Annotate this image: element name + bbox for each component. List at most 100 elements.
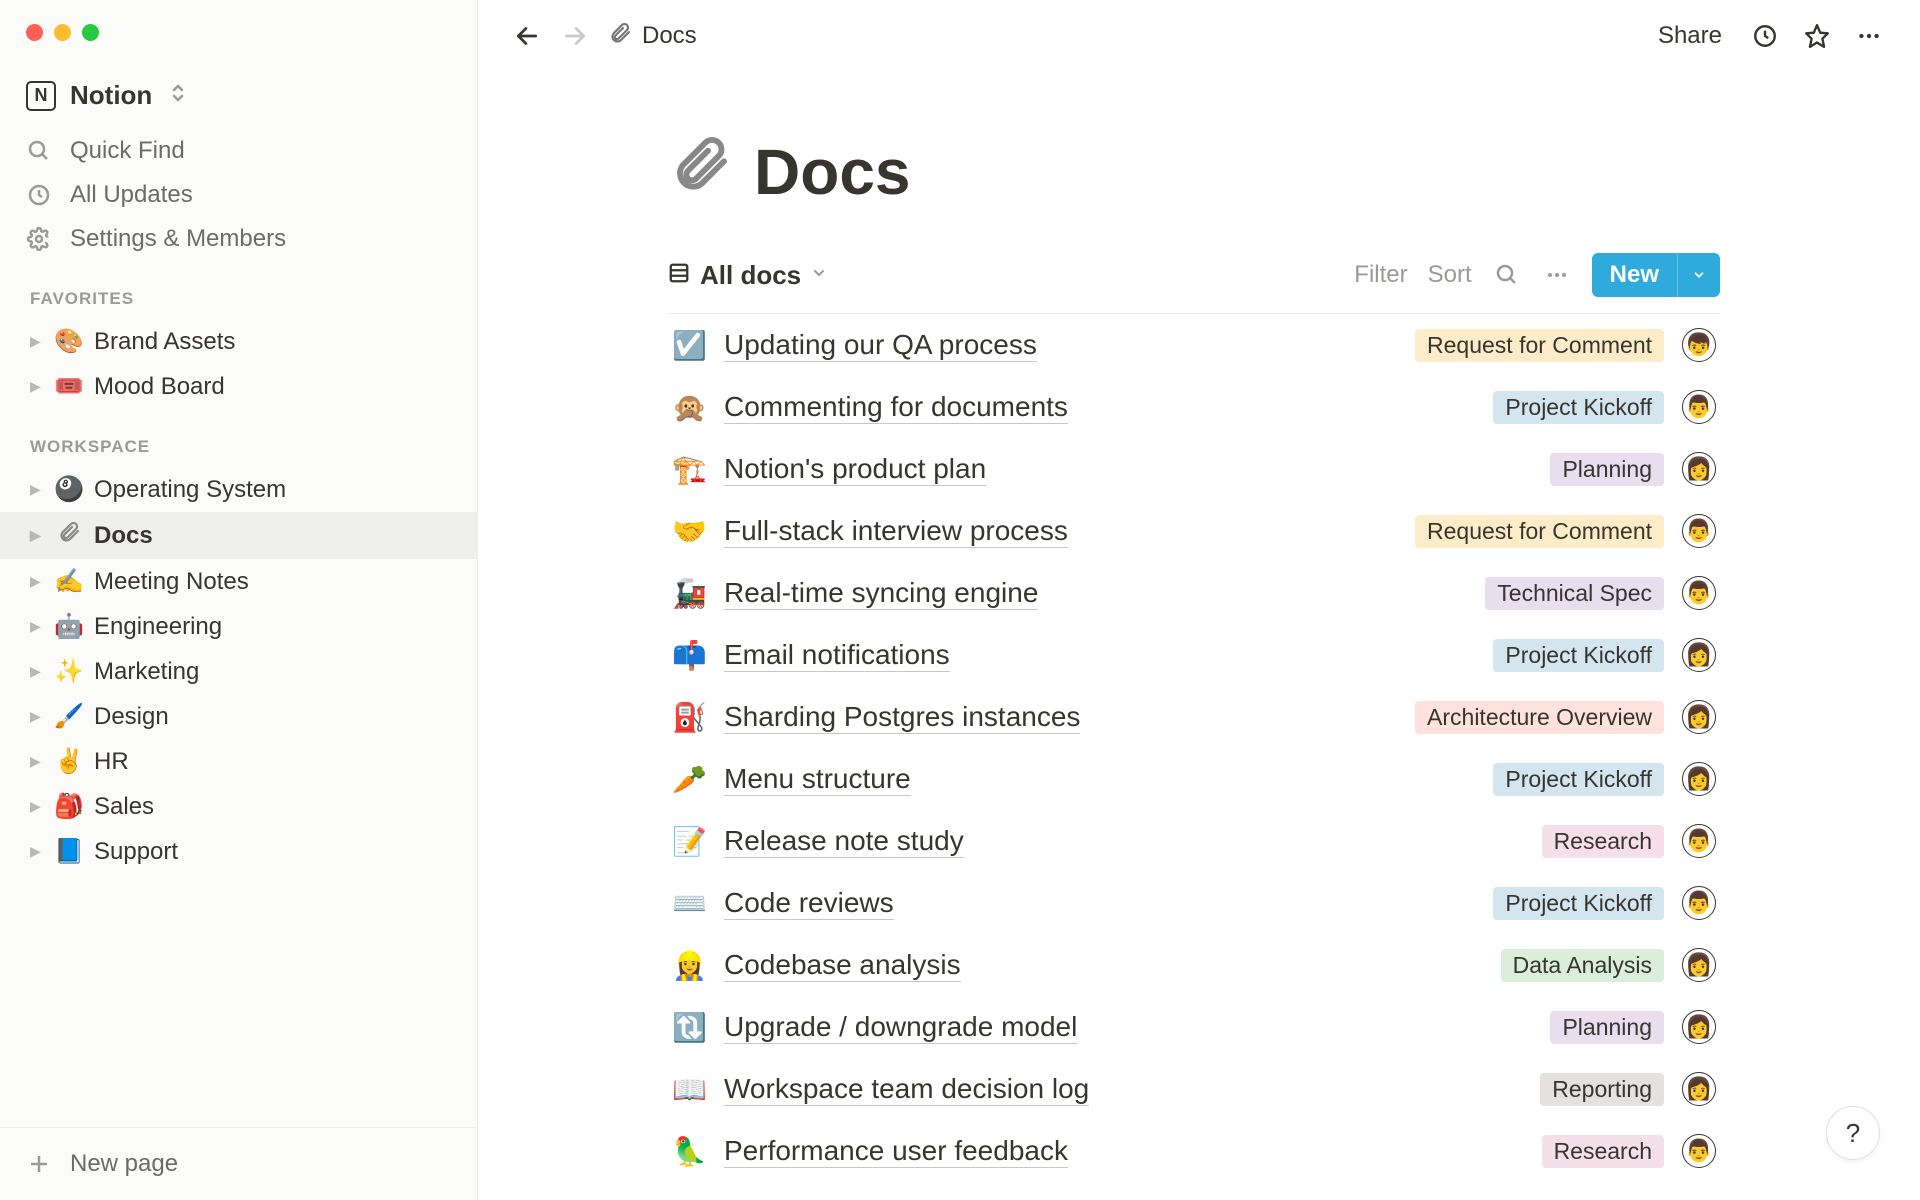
doc-row[interactable]: 🏗️Notion's product planPlanning👩 xyxy=(668,438,1720,500)
avatar[interactable]: 👨 xyxy=(1682,576,1716,610)
doc-title[interactable]: Real-time syncing engine xyxy=(724,577,1038,610)
doc-title[interactable]: Upgrade / downgrade model xyxy=(724,1011,1077,1044)
doc-title[interactable]: Code reviews xyxy=(724,887,894,920)
sidebar-workspace-item-0[interactable]: ▶🎱Operating System xyxy=(0,467,477,512)
doc-title[interactable]: Menu structure xyxy=(724,763,911,796)
doc-row[interactable]: 📝Release note studyResearch👨 xyxy=(668,810,1720,872)
doc-row[interactable]: 🚂Real-time syncing engineTechnical Spec👨 xyxy=(668,562,1720,624)
all-updates-button[interactable]: All Updates xyxy=(0,173,477,217)
sidebar-workspace-item-6[interactable]: ▶✌️HR xyxy=(0,739,477,784)
doc-title[interactable]: Release note study xyxy=(724,825,964,858)
doc-title[interactable]: Sharding Postgres instances xyxy=(724,701,1080,734)
caret-right-icon[interactable]: ▶ xyxy=(30,798,44,815)
workspace-switcher[interactable]: N Notion xyxy=(0,72,477,129)
sidebar-workspace-item-5[interactable]: ▶🖌️Design xyxy=(0,694,477,739)
doc-title[interactable]: Updating our QA process xyxy=(724,329,1037,362)
quick-find-button[interactable]: Quick Find xyxy=(0,129,477,173)
new-page-label: New page xyxy=(70,1150,178,1178)
doc-title[interactable]: Performance user feedback xyxy=(724,1135,1068,1168)
doc-title[interactable]: Codebase analysis xyxy=(724,949,961,982)
nav-forward-button[interactable] xyxy=(560,21,590,51)
caret-right-icon[interactable]: ▶ xyxy=(30,708,44,725)
avatar[interactable]: 👩 xyxy=(1682,1072,1716,1106)
doc-row[interactable]: ⛽Sharding Postgres instancesArchitecture… xyxy=(668,686,1720,748)
avatar[interactable]: 👨 xyxy=(1682,1134,1716,1168)
doc-row[interactable]: 🙊Commenting for documentsProject Kickoff… xyxy=(668,376,1720,438)
caret-right-icon[interactable]: ▶ xyxy=(30,663,44,680)
doc-row[interactable]: 🤝Full-stack interview processRequest for… xyxy=(668,500,1720,562)
avatar[interactable]: 👨 xyxy=(1682,886,1716,920)
sidebar-fav-item-1[interactable]: ▶🎟️Mood Board xyxy=(0,364,477,409)
avatar[interactable]: 👩 xyxy=(1682,1010,1716,1044)
caret-right-icon[interactable]: ▶ xyxy=(30,481,44,498)
avatar[interactable]: 👩 xyxy=(1682,452,1716,486)
sidebar-workspace-item-3[interactable]: ▶🤖Engineering xyxy=(0,604,477,649)
doc-row[interactable]: 👷‍♀️Codebase analysisData Analysis👩 xyxy=(668,934,1720,996)
caret-right-icon[interactable]: ▶ xyxy=(30,843,44,860)
doc-row[interactable]: 🦜Performance user feedbackResearch👨 xyxy=(668,1120,1720,1182)
new-button[interactable]: New xyxy=(1592,253,1720,297)
doc-row[interactable]: 🥕Menu structureProject Kickoff👩 xyxy=(668,748,1720,810)
doc-row[interactable]: 📫Email notificationsProject Kickoff👩 xyxy=(668,624,1720,686)
sidebar-workspace-item-4[interactable]: ▶✨Marketing xyxy=(0,649,477,694)
avatar[interactable]: 👨 xyxy=(1682,390,1716,424)
view-more-button[interactable] xyxy=(1542,260,1572,290)
doc-row[interactable]: 🔃Upgrade / downgrade modelPlanning👩 xyxy=(668,996,1720,1058)
search-button[interactable] xyxy=(1492,260,1522,290)
nav-back-button[interactable] xyxy=(512,21,542,51)
window-close-button[interactable] xyxy=(26,24,43,41)
sort-button[interactable]: Sort xyxy=(1428,261,1472,289)
caret-right-icon[interactable]: ▶ xyxy=(30,378,44,395)
page-emoji-icon xyxy=(54,520,84,551)
doc-emoji-icon: 🦜 xyxy=(672,1135,706,1168)
page-emoji-icon: ✌️ xyxy=(54,747,84,776)
favorite-button[interactable] xyxy=(1800,19,1834,53)
doc-row[interactable]: 📖Workspace team decision logReporting👩 xyxy=(668,1058,1720,1120)
doc-title[interactable]: Commenting for documents xyxy=(724,391,1068,424)
window-minimize-button[interactable] xyxy=(54,24,71,41)
doc-title[interactable]: Workspace team decision log xyxy=(724,1073,1089,1106)
caret-right-icon[interactable]: ▶ xyxy=(30,618,44,635)
doc-list: ☑️Updating our QA processRequest for Com… xyxy=(668,314,1720,1182)
avatar[interactable]: 👦 xyxy=(1682,328,1716,362)
caret-right-icon[interactable]: ▶ xyxy=(30,753,44,770)
doc-title[interactable]: Email notifications xyxy=(724,639,950,672)
page-emoji-icon: 🤖 xyxy=(54,612,84,641)
caret-right-icon[interactable]: ▶ xyxy=(30,527,44,544)
doc-emoji-icon: 📖 xyxy=(672,1073,706,1106)
help-button[interactable]: ? xyxy=(1826,1106,1880,1160)
avatar[interactable]: 👩 xyxy=(1682,762,1716,796)
filter-button[interactable]: Filter xyxy=(1354,261,1407,289)
view-name: All docs xyxy=(700,260,801,291)
avatar[interactable]: 👩 xyxy=(1682,638,1716,672)
sidebar-fav-item-0[interactable]: ▶🎨Brand Assets xyxy=(0,319,477,364)
caret-right-icon[interactable]: ▶ xyxy=(30,333,44,350)
share-button[interactable]: Share xyxy=(1650,18,1730,54)
avatar[interactable]: 👩 xyxy=(1682,700,1716,734)
chevron-down-icon[interactable] xyxy=(1677,253,1720,297)
breadcrumb[interactable]: Docs xyxy=(608,21,697,52)
doc-row[interactable]: ☑️Updating our QA processRequest for Com… xyxy=(668,314,1720,376)
window-maximize-button[interactable] xyxy=(82,24,99,41)
avatar[interactable]: 👩 xyxy=(1682,948,1716,982)
avatar[interactable]: 👨 xyxy=(1682,824,1716,858)
doc-row[interactable]: ⌨️Code reviewsProject Kickoff👨 xyxy=(668,872,1720,934)
doc-title[interactable]: Notion's product plan xyxy=(724,453,986,486)
sidebar-workspace-item-1[interactable]: ▶Docs xyxy=(0,512,477,559)
doc-emoji-icon: 🏗️ xyxy=(672,453,706,486)
settings-button[interactable]: Settings & Members xyxy=(0,217,477,261)
avatar[interactable]: 👨 xyxy=(1682,514,1716,548)
sidebar-workspace-item-2[interactable]: ▶✍️Meeting Notes xyxy=(0,559,477,604)
new-page-button[interactable]: New page xyxy=(0,1127,477,1200)
sidebar-workspace-item-7[interactable]: ▶🎒Sales xyxy=(0,784,477,829)
updates-button[interactable] xyxy=(1748,19,1782,53)
view-select[interactable]: All docs xyxy=(668,260,827,291)
more-button[interactable] xyxy=(1852,19,1886,53)
workspace-name: Notion xyxy=(70,80,152,111)
chevron-updown-icon xyxy=(170,83,186,108)
tree-item-label: Operating System xyxy=(94,476,286,504)
doc-tag: Request for Comment xyxy=(1415,329,1664,362)
caret-right-icon[interactable]: ▶ xyxy=(30,573,44,590)
sidebar-workspace-item-8[interactable]: ▶📘Support xyxy=(0,829,477,874)
doc-title[interactable]: Full-stack interview process xyxy=(724,515,1068,548)
